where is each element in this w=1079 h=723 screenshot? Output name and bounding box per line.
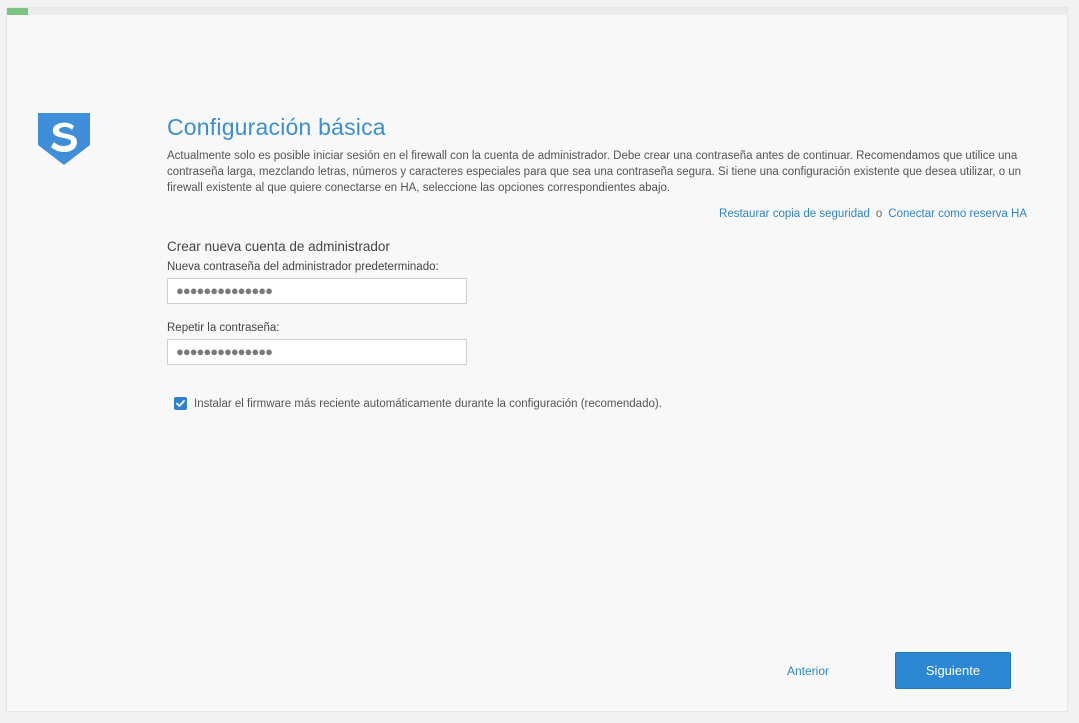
section-title: Crear nueva cuenta de administrador [167, 239, 390, 254]
firmware-checkbox-label: Instalar el firmware más reciente automá… [194, 397, 662, 410]
repeat-password-label: Repetir la contraseña: [167, 322, 280, 334]
progress-bar-fill [7, 8, 29, 15]
repeat-password-input[interactable]: ●●●●●●●●●●●●●● [167, 339, 467, 365]
wizard-panel: Configuración básica Actualmente solo es… [6, 7, 1068, 712]
intro-text: Actualmente solo es posible iniciar sesi… [167, 150, 1022, 194]
next-button[interactable]: Siguiente [895, 652, 1011, 689]
password-label: Nueva contraseña del administrador prede… [167, 261, 439, 273]
firmware-checkbox[interactable] [174, 397, 187, 410]
setup-options-links: Restaurar copia de seguridad o Conectar co… [719, 208, 1027, 220]
page-title: Configuración básica [167, 114, 386, 140]
restore-backup-link[interactable]: Restaurar copia de seguridad [719, 208, 870, 220]
sophos-logo [38, 113, 90, 165]
or-separator: o [875, 208, 883, 220]
progress-bar [7, 8, 1067, 15]
connect-ha-link[interactable]: Conectar como reserva HA [888, 208, 1027, 220]
password-input[interactable]: ●●●●●●●●●●●●●● [167, 278, 467, 304]
firmware-option: Instalar el firmware más reciente automá… [174, 397, 662, 410]
check-icon [176, 400, 185, 407]
previous-button[interactable]: Anterior [787, 664, 829, 678]
